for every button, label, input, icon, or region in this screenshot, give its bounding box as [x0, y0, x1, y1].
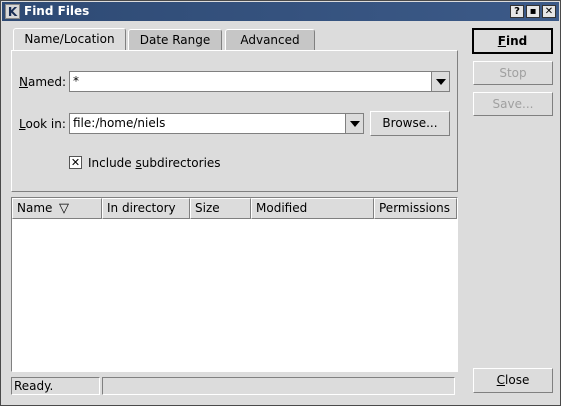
column-header-permissions[interactable]: Permissions — [374, 198, 457, 219]
find-files-window: K Find Files ? ▪ ✕ Name/Location Date Ra… — [0, 0, 561, 406]
browse-button[interactable]: Browse... — [370, 111, 450, 136]
stop-button[interactable]: Stop — [473, 61, 553, 85]
status-secondary — [102, 377, 455, 395]
close-icon[interactable]: ✕ — [542, 5, 556, 18]
kde-app-icon[interactable]: K — [5, 4, 20, 19]
column-header-size[interactable]: Size — [190, 198, 251, 219]
tab-date-range[interactable]: Date Range — [128, 29, 222, 51]
named-combobox[interactable]: * — [69, 71, 450, 92]
help-icon[interactable]: ? — [510, 5, 524, 18]
save-button[interactable]: Save... — [473, 92, 553, 116]
find-button[interactable]: Find — [472, 28, 553, 54]
column-header-name[interactable]: Name ▽ — [12, 198, 102, 219]
title-bar[interactable]: K Find Files ? ▪ ✕ — [2, 2, 559, 21]
column-header-modified[interactable]: Modified — [251, 198, 374, 219]
include-subdirectories-label[interactable]: Include subdirectories — [88, 156, 221, 170]
look-in-label: Look in: — [19, 117, 66, 131]
results-list[interactable]: Name ▽ In directory Size Modified Permis… — [11, 197, 458, 372]
include-subdirectories-checkbox[interactable]: ✕ — [69, 156, 82, 169]
maximize-icon[interactable]: ▪ — [526, 5, 540, 18]
chevron-down-icon[interactable] — [345, 114, 363, 133]
status-text: Ready. — [11, 377, 100, 395]
tab-advanced[interactable]: Advanced — [225, 29, 315, 51]
sort-indicator-icon: ▽ — [59, 201, 69, 216]
close-button[interactable]: Close — [473, 368, 553, 393]
tab-name-location[interactable]: Name/Location — [13, 28, 126, 50]
window-title: Find Files — [24, 4, 90, 18]
named-label: Named: — [19, 75, 67, 89]
named-input[interactable]: * — [73, 74, 79, 88]
look-in-input[interactable]: file:/home/niels — [73, 116, 165, 130]
column-header-in-directory[interactable]: In directory — [102, 198, 190, 219]
look-in-combobox[interactable]: file:/home/niels — [69, 113, 364, 134]
chevron-down-icon[interactable] — [431, 72, 449, 91]
